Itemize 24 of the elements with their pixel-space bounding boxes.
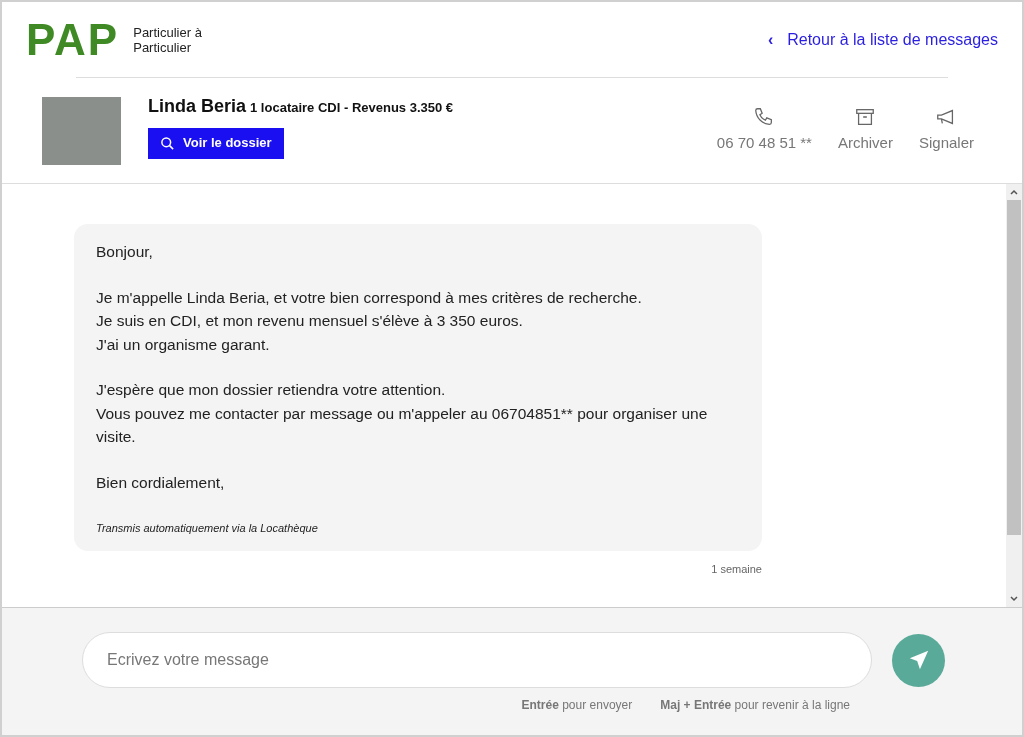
logo-tagline: Particulier à Particulier <box>133 24 202 55</box>
logo-mark: PAP <box>26 17 120 62</box>
keyboard-hint: Entrée pour envoyer <box>521 697 633 714</box>
scrollbar-thumb[interactable] <box>1007 200 1021 535</box>
phone-action[interactable]: 06 70 48 51 ** <box>716 106 812 155</box>
view-file-button[interactable]: Voir le dossier <box>148 127 284 159</box>
search-icon <box>160 135 175 151</box>
message-line: Bonjour, <box>96 242 154 262</box>
keyboard-hint: Maj + Entrée pour revenir à la ligne <box>660 697 850 714</box>
archive-action[interactable]: Archiver <box>837 106 893 155</box>
contact-summary: 1 locataire CDI - Revenus 3.350 € <box>250 98 454 117</box>
message-footer: Transmis automatiquement via la Locathèque <box>96 520 740 537</box>
send-button[interactable] <box>892 633 945 687</box>
message-line: Vous pouvez me contacter par message ou m'appeler au 06704851** pour organiser une visite. <box>96 403 709 447</box>
back-link[interactable]: ‹ Retour à la liste de messages <box>767 27 998 52</box>
contact-name: Linda Beria <box>148 94 247 118</box>
message-line: Je suis en CDI, et mon revenu mensuel s'élève à 3 350 euros. <box>96 311 524 331</box>
message-line: Je m'appelle Linda Beria, et votre bien correspond à mes critères de recherche. <box>96 287 643 308</box>
report-action[interactable]: Signaler <box>918 106 974 155</box>
message-input[interactable]: Ecrivez votre message <box>82 632 872 688</box>
message-line: Bien cordialement, <box>96 472 226 493</box>
message-line: J'espère que mon dossier retiendra votre attention. <box>96 380 447 400</box>
message-line: J'ai un organisme garant. <box>96 334 271 355</box>
message-time: 1 semaine <box>711 561 762 577</box>
